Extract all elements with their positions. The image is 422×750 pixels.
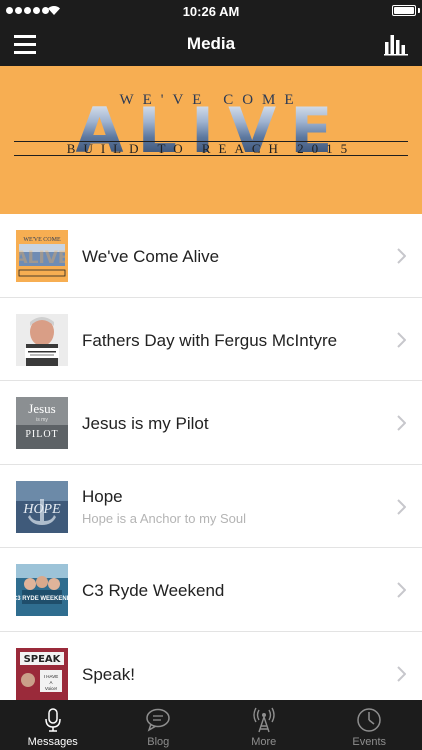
chevron-right-icon bbox=[397, 415, 406, 431]
tab-label: Blog bbox=[147, 736, 170, 748]
battery-icon bbox=[392, 5, 416, 16]
media-list: WE'VE COME ALIVE We've Come Alive Father… bbox=[0, 214, 422, 700]
tab-messages[interactable]: Messages bbox=[0, 700, 106, 750]
chevron-right-icon bbox=[397, 582, 406, 598]
nav-bar: Media bbox=[0, 22, 422, 66]
thumbnail-image: SPEAK I HAVE A Voice! bbox=[16, 647, 68, 700]
tab-more[interactable]: More bbox=[211, 700, 317, 750]
thumbnail-image: WE'VE COME ALIVE bbox=[16, 230, 68, 282]
status-time: 10:26 AM bbox=[182, 4, 240, 19]
item-title: Speak! bbox=[82, 664, 135, 684]
item-title: Hope bbox=[82, 486, 123, 506]
chevron-right-icon bbox=[397, 665, 406, 682]
tab-events[interactable]: Events bbox=[317, 700, 422, 750]
tab-bar: Messages Blog More Events bbox=[0, 700, 422, 750]
broadcast-tower-icon bbox=[253, 707, 275, 733]
thumbnail-image: C3 RYDE WEEKEND bbox=[16, 564, 68, 616]
list-item[interactable]: WE'VE COME ALIVE We've Come Alive bbox=[0, 214, 422, 298]
item-subtitle: Hope is a Anchor to my Soul bbox=[82, 510, 247, 526]
tab-blog[interactable]: Blog bbox=[106, 700, 212, 750]
list-item[interactable]: Jesus is my PILOT Jesus is my Pilot bbox=[0, 381, 422, 465]
banner-sub-text: BUILD TO REACH 2015 bbox=[66, 141, 356, 156]
list-item[interactable]: Fathers Day with Fergus McIntyre bbox=[0, 298, 422, 381]
tab-label: Messages bbox=[27, 736, 78, 748]
page-title: Media bbox=[186, 34, 236, 53]
svg-text:WE'VE COME: WE'VE COME bbox=[23, 237, 61, 243]
list-item[interactable]: HOPE Hope Hope is a Anchor to my Soul bbox=[0, 465, 422, 548]
series-banner[interactable]: WE'VE COME ALIVE bbox=[0, 66, 422, 214]
svg-text:PILOT: PILOT bbox=[25, 429, 58, 440]
item-title: Jesus is my Pilot bbox=[82, 414, 209, 433]
battery-tip bbox=[418, 8, 420, 13]
chat-bubble-icon bbox=[146, 708, 170, 732]
thumbnail-image: HOPE bbox=[16, 480, 68, 533]
tab-label: Events bbox=[352, 736, 387, 748]
bar-chart-icon[interactable] bbox=[384, 32, 408, 56]
chevron-right-icon bbox=[397, 331, 406, 348]
tab-label: More bbox=[251, 736, 277, 748]
item-title: C3 Ryde Weekend bbox=[82, 581, 225, 600]
thumbnail-image: Jesus is my PILOT bbox=[16, 397, 68, 449]
list-item[interactable]: C3 RYDE WEEKEND C3 Ryde Weekend bbox=[0, 548, 422, 632]
clock-icon bbox=[357, 708, 381, 732]
svg-text:Voice!: Voice! bbox=[45, 686, 57, 691]
svg-text:ALIVE: ALIVE bbox=[16, 248, 68, 268]
svg-text:SPEAK: SPEAK bbox=[24, 654, 62, 665]
chevron-right-icon bbox=[397, 498, 406, 515]
svg-text:Jesus: Jesus bbox=[28, 401, 55, 416]
thumbnail-image bbox=[16, 313, 68, 366]
list-item[interactable]: SPEAK I HAVE A Voice! Speak! bbox=[0, 632, 422, 701]
svg-text:is my: is my bbox=[36, 417, 48, 423]
svg-text:A: A bbox=[49, 680, 52, 685]
status-bar: 10:26 AM bbox=[0, 0, 422, 22]
microphone-icon bbox=[45, 708, 61, 732]
svg-text:I HAVE: I HAVE bbox=[44, 674, 58, 679]
item-title: Fathers Day with Fergus McIntyre bbox=[82, 330, 338, 350]
item-title: We've Come Alive bbox=[82, 247, 220, 266]
svg-text:C3 RYDE WEEKEND: C3 RYDE WEEKEND bbox=[16, 596, 68, 602]
chevron-right-icon bbox=[397, 248, 406, 264]
